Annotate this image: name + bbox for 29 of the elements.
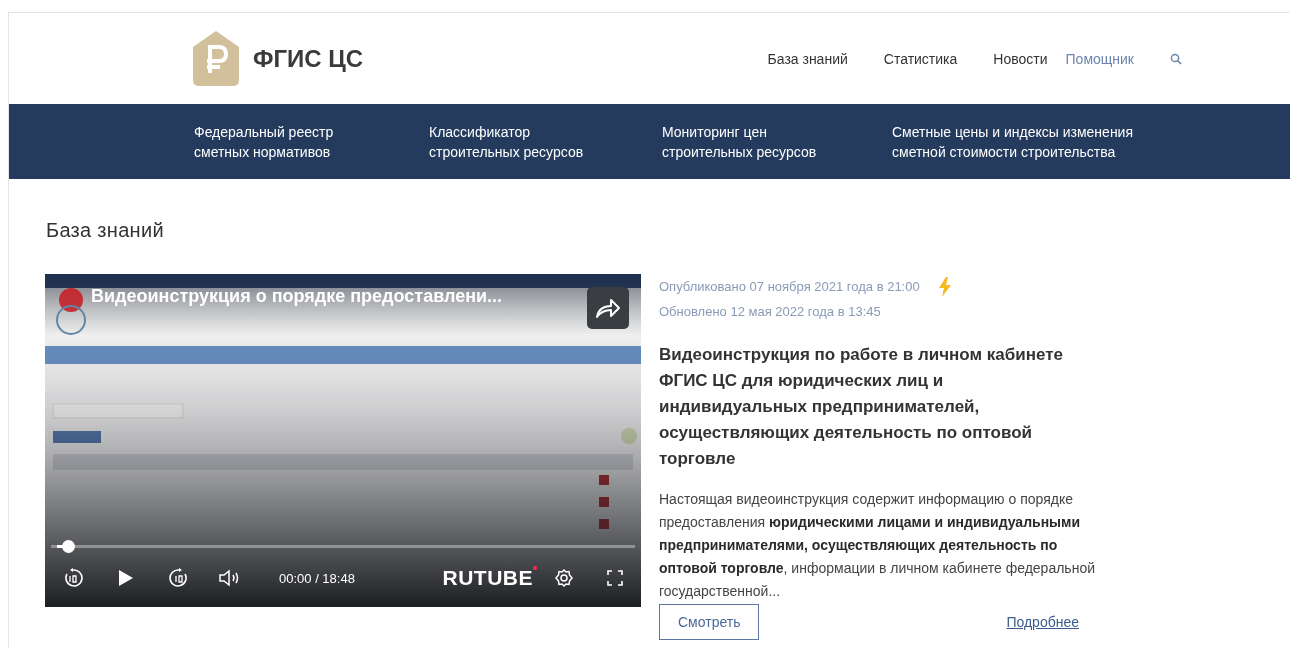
video-time: 00:00 / 18:48 [279,570,355,586]
video-title: Видеоинструкция о порядке предоставлени... [91,286,503,307]
more-link[interactable]: Подробнее [1006,614,1079,630]
page-title: База знаний [46,219,165,242]
article-title: Видеоинструкция по работе в личном кабинете ФГИС ЦС для юридических лиц и индивидуальных предпринимателей, осуществляющих деятельность по оптовой торговле [659,344,1064,470]
nav-link[interactable]: Помощник [1065,50,1134,67]
site-title: ФГИС ЦС [253,44,364,73]
rewind-icon[interactable] [63,568,83,588]
play-icon[interactable] [119,570,133,586]
forward-icon[interactable] [169,568,189,588]
article-description: Настоящая видеоинструкция содержит информацию о порядке предоставления юридическими лицами и индивидуальными предпринимателями, осуществляющих деятельность по оптовой торговле, информации в личном кабинете федеральной государственной... [659,490,1096,601]
search-icon[interactable] [1170,52,1182,65]
menu-link[interactable]: Сметные цены и индексы изменения сметной стоимости строительства [892,121,1182,162]
volume-icon[interactable] [219,569,241,587]
lightning-icon [937,276,952,297]
share-icon [595,297,621,319]
nav-link[interactable]: База знаний [767,50,848,67]
watch-button[interactable]: Смотреть [659,604,760,640]
ruble-house-icon [193,31,239,86]
share-button[interactable] [587,287,629,329]
menu-link[interactable]: Классификатор строительных ресурсов [429,121,609,162]
published-date: Опубликовано 07 ноября 2021 года в 21:00 [659,278,920,296]
updated-date: Обновлено 12 мая 2022 года в 13:45 [659,303,881,321]
fullscreen-icon[interactable] [607,570,623,586]
menu-link[interactable]: Федеральный реестр сметных нормативов [194,121,359,162]
settings-icon[interactable] [555,569,573,587]
nav-link[interactable]: Новости [993,50,1048,67]
nav-link[interactable]: Статистика [883,50,958,67]
menu-link[interactable]: Мониторинг цен строительных ресурсов [662,121,842,162]
